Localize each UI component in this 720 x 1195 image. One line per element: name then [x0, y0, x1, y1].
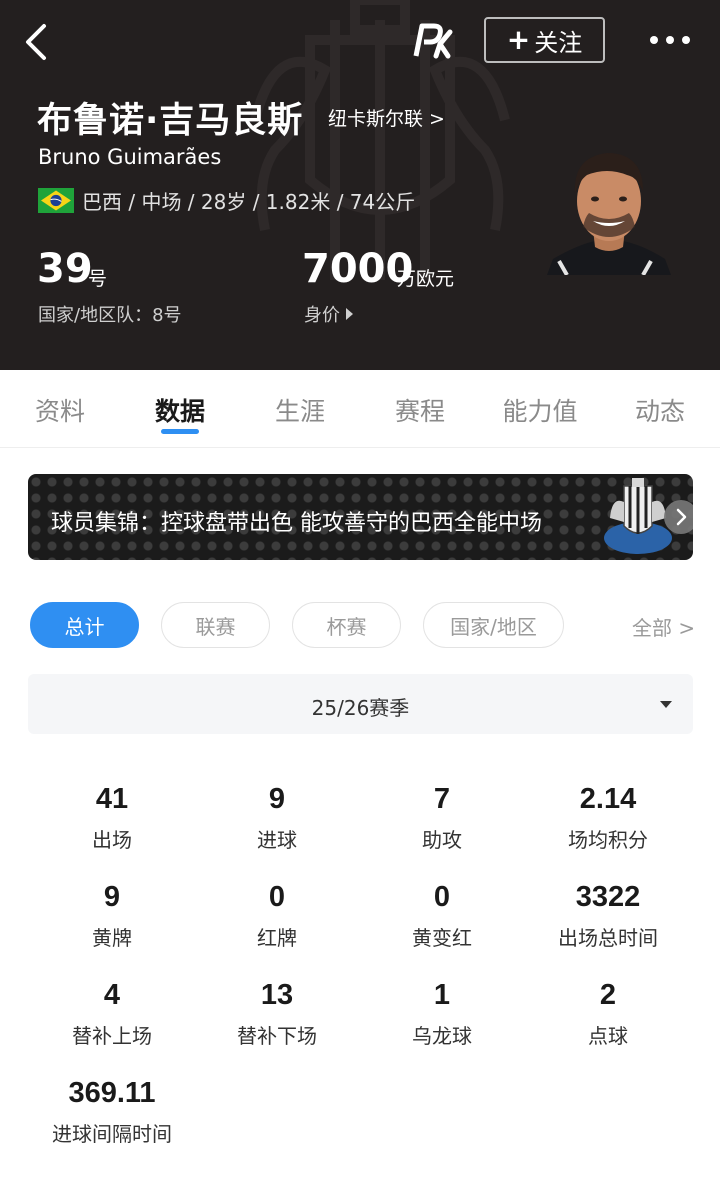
tab-profile[interactable]: 资料	[0, 392, 120, 428]
stat-label: 乌龙球	[412, 1024, 472, 1048]
stat-value: 9	[268, 783, 286, 815]
player-name-en: Bruno Guimarães	[38, 145, 222, 169]
stat-label: 点球	[588, 1024, 628, 1048]
stat-value: 2	[599, 979, 617, 1011]
stat-sub-on: 4 替补上场	[32, 978, 192, 1049]
stat-minutes-played: 3322 出场总时间	[528, 880, 688, 951]
active-tab-indicator	[161, 429, 199, 434]
stat-appearances: 41 出场	[32, 782, 192, 853]
season-selected-value: 25/26赛季	[311, 696, 410, 720]
back-icon[interactable]	[18, 20, 58, 64]
stat-value: 2.14	[579, 783, 637, 815]
banner-text: 球员集锦：控球盘带出色 能攻善守的巴西全能中场	[51, 511, 542, 536]
season-select[interactable]: 25/26赛季	[28, 674, 693, 734]
stat-label: 黄变红	[412, 926, 472, 950]
stat-value: 9	[103, 881, 121, 913]
stat-label: 进球	[257, 828, 297, 852]
filter-chip-total[interactable]: 总计	[30, 602, 139, 648]
brazil-flag-icon	[38, 188, 74, 213]
national-team-number: 国家/地区队：8号	[38, 305, 182, 326]
stat-second-yellow: 0 黄变红	[362, 880, 522, 951]
triangle-right-icon	[346, 308, 353, 320]
stat-value: 7	[433, 783, 451, 815]
stat-goals: 9 进球	[197, 782, 357, 853]
stat-label: 场均积分	[568, 828, 648, 852]
pk-logo-icon[interactable]	[410, 18, 454, 62]
chevron-right-icon	[664, 500, 693, 534]
stat-value: 13	[260, 979, 294, 1011]
more-dots-icon[interactable]	[648, 30, 692, 50]
stat-yellow-cards: 9 黄牌	[32, 880, 192, 951]
tab-news[interactable]: 动态	[600, 392, 720, 428]
stat-label: 替补下场	[237, 1024, 317, 1048]
stat-label: 出场	[92, 828, 132, 852]
stat-value: 41	[95, 783, 129, 815]
shirt-number-unit: 号	[88, 268, 108, 290]
stat-label: 进球间隔时间	[52, 1122, 172, 1146]
player-name-cn: 布鲁诺·吉马良斯	[37, 101, 304, 141]
stat-label: 替补上场	[72, 1024, 152, 1048]
player-avatar	[547, 153, 671, 275]
stat-red-cards: 0 红牌	[197, 880, 357, 951]
follow-label: 关注	[534, 28, 583, 57]
tab-data[interactable]: 数据	[120, 392, 240, 428]
tab-career[interactable]: 生涯	[240, 392, 360, 428]
stat-value: 0	[268, 881, 286, 913]
stat-penalties: 2 点球	[528, 978, 688, 1049]
stat-value: 369.11	[68, 1077, 156, 1109]
plus-icon: +	[506, 23, 531, 56]
market-value-link[interactable]: 身价	[304, 301, 353, 327]
stat-label: 出场总时间	[558, 926, 658, 950]
filter-chip-league[interactable]: 联赛	[161, 602, 270, 648]
stat-label: 助攻	[422, 828, 462, 852]
stat-assists: 7 助攻	[362, 782, 522, 853]
stat-value: 3322	[575, 881, 641, 913]
stat-own-goals: 1 乌龙球	[362, 978, 522, 1049]
stat-label: 红牌	[257, 926, 297, 950]
stat-value: 4	[103, 979, 121, 1011]
tab-ratings[interactable]: 能力值	[480, 392, 600, 428]
market-value-label: 身价	[304, 305, 340, 326]
player-header: + 关注 布鲁诺·吉马良斯 纽卡斯尔联 > Bruno Guimarães 巴西…	[0, 0, 720, 370]
tab-schedule[interactable]: 赛程	[360, 392, 480, 428]
stat-sub-off: 13 替补下场	[197, 978, 357, 1049]
tab-bar: 资料 数据 生涯 赛程 能力值 动态	[0, 370, 720, 448]
caret-down-icon	[660, 701, 672, 708]
player-info-line: 巴西 / 中场 / 28岁 / 1.82米 / 74公斤	[82, 190, 416, 214]
highlights-banner[interactable]: 球员集锦：控球盘带出色 能攻善守的巴西全能中场	[28, 474, 693, 560]
stat-value: 0	[433, 881, 451, 913]
market-value-unit: 万欧元	[397, 268, 455, 290]
shirt-number: 39	[37, 246, 93, 292]
stat-minutes-per-goal: 369.11 进球间隔时间	[32, 1076, 192, 1147]
follow-button[interactable]: + 关注	[484, 17, 605, 63]
filter-all-link[interactable]: 全部 >	[632, 612, 695, 641]
filter-chip-national[interactable]: 国家/地区	[423, 602, 564, 648]
club-link[interactable]: 纽卡斯尔联 >	[328, 104, 445, 131]
stat-value: 1	[433, 979, 451, 1011]
filter-chip-cup[interactable]: 杯赛	[292, 602, 401, 648]
stat-points-per-game: 2.14 场均积分	[528, 782, 688, 853]
stat-label: 黄牌	[92, 926, 132, 950]
